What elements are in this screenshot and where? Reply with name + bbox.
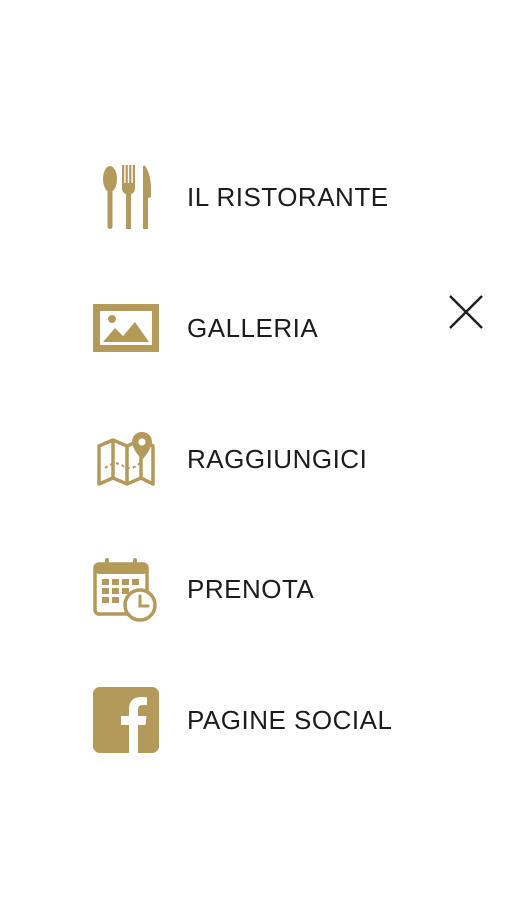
- menu-item-label: PRENOTA: [187, 573, 315, 604]
- menu-item-label: GALLERIA: [187, 312, 319, 343]
- menu-item-galleria[interactable]: GALLERIA: [92, 293, 318, 363]
- facebook-icon: [92, 685, 160, 755]
- close-icon: [449, 295, 483, 329]
- menu-item-label: RAGGIUNGICI: [187, 443, 368, 474]
- picture-icon: [92, 293, 160, 363]
- cutlery-icon: [92, 162, 160, 232]
- menu-item-label: IL RISTORANTE: [187, 181, 389, 212]
- menu-item-pagine-social[interactable]: PAGINE SOCIAL: [92, 685, 392, 755]
- close-button[interactable]: [446, 292, 486, 332]
- calendar-clock-icon: [92, 554, 160, 624]
- menu-item-prenota[interactable]: PRENOTA: [92, 554, 314, 624]
- menu-item-raggiungici[interactable]: RAGGIUNGICI: [92, 424, 367, 494]
- menu-item-label: PAGINE SOCIAL: [187, 704, 393, 735]
- menu-item-il-ristorante[interactable]: IL RISTORANTE: [92, 162, 389, 232]
- nav-menu: IL RISTORANTE GALLERIA RAGGIUNGICI PRENO…: [0, 0, 507, 900]
- map-pin-icon: [92, 424, 160, 494]
